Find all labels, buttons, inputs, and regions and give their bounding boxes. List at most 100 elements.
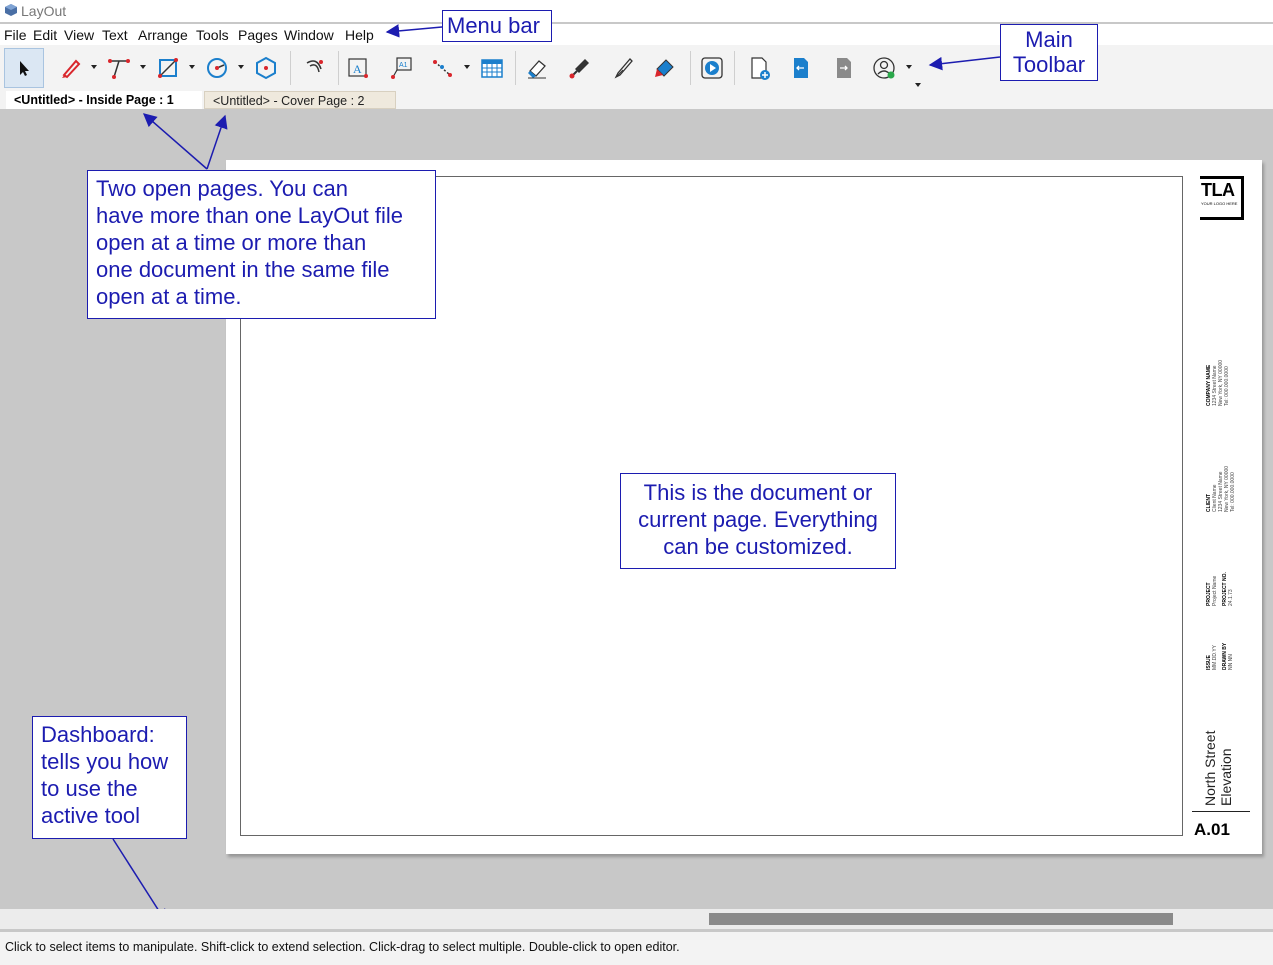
menu-text[interactable]: Text [102,27,128,43]
style-tool-button[interactable] [560,48,600,88]
logo-text: TLA [1201,180,1235,200]
status-text: Click to select items to manipulate. Shi… [5,940,680,954]
project-value: Project Name [1212,575,1218,606]
presentation-button[interactable] [692,48,732,88]
title-block: TLA YOUR LOGO HERE COMPANY NAME 1234 Str… [1192,160,1254,854]
next-page-button[interactable] [824,48,864,88]
eraser-icon [528,60,546,79]
add-page-button[interactable] [739,48,779,88]
line-tool-button[interactable] [51,48,91,88]
tab-inside-page[interactable]: <Untitled> - Inside Page : 1 [6,91,202,109]
client-block: CLIENT Client Name 1234 Street Name New … [1206,466,1236,512]
previous-page-button[interactable] [781,48,821,88]
table-tool-button[interactable] [472,48,512,88]
eraser-tool-button[interactable] [517,48,557,88]
menu-tools[interactable]: Tools [196,27,229,43]
dashboard-callout: Dashboard: tells you how to use the acti… [32,716,187,839]
label-tool-button[interactable]: A1 [381,48,421,88]
callout-text: have more than one LayOut file [96,203,403,228]
svg-text:A1: A1 [399,62,408,69]
callout-text: can be customized. [663,534,853,559]
eyedropper-icon [569,59,589,79]
layout-app-icon [5,4,17,16]
project-no-block: PROJECT NO. 24.1.73 [1222,572,1234,606]
menu-file[interactable]: File [4,27,27,43]
dimension-tool-button[interactable] [423,48,463,88]
callout-text: Toolbar [1012,52,1086,77]
add-page-icon [751,57,770,80]
polygon-tool-button[interactable] [246,48,286,88]
menu-help[interactable]: Help [345,27,374,43]
arc-tool-button[interactable] [99,48,139,88]
line-tool-dropdown[interactable] [91,65,97,69]
page-next-icon [837,58,851,78]
bezier-icon [108,59,130,79]
document-callout: This is the document or current page. Ev… [620,473,896,569]
scrollbar-thumb[interactable] [709,913,1173,925]
document-tabs: <Untitled> - Inside Page : 1 <Untitled> … [0,91,1273,109]
pencil-icon [62,59,81,79]
join-icon [655,59,674,77]
project-no-value: 24.1.73 [1228,589,1234,606]
toolbar-overflow-dropdown[interactable] [915,83,921,87]
callout-text: Main [1025,27,1073,52]
callout-text: current page. Everything [638,507,878,532]
toolbar-separator [690,51,691,85]
rectangle-tool-button[interactable] [148,48,188,88]
callout-text: to use the [41,776,138,801]
tla-logo: TLA YOUR LOGO HERE [1200,176,1244,220]
account-dropdown[interactable] [906,65,912,69]
arc-tool-dropdown[interactable] [140,65,146,69]
account-button[interactable] [864,48,904,88]
callout-text: Two open pages. You can [96,176,348,201]
join-tool-button[interactable] [645,48,685,88]
rectangle-tool-dropdown[interactable] [189,65,195,69]
split-icon [614,58,633,79]
issue-block: ISSUE MM.DD.YY [1206,645,1218,670]
title-bar: LayOut [0,0,1273,22]
project-block: PROJECT Project Name [1206,576,1218,606]
table-icon [481,59,503,78]
drawn-by-block: DRAWN BY NN NN [1222,643,1234,670]
toolbar-separator [734,51,735,85]
callout-text: Dashboard: [41,722,155,747]
menu-pages[interactable]: Pages [238,27,278,43]
menu-bar-callout: Menu bar [442,10,552,42]
toolbar-separator [290,51,291,85]
text-tool-button[interactable]: A [338,48,378,88]
sheet-title-line: Elevation [1218,748,1234,806]
rectangle-icon [158,58,178,78]
pointer-icon [20,61,29,76]
drawn-by-value: NN NN [1228,654,1234,670]
label-icon: A1 [391,57,412,79]
callout-text: open at a time. [96,284,242,309]
issue-value: MM.DD.YY [1212,645,1218,670]
offset-tool-button[interactable] [294,48,334,88]
text-icon: A [348,58,368,78]
offset-icon [306,60,323,73]
account-icon [873,57,895,79]
horizontal-scrollbar[interactable] [0,909,1273,929]
toolbar-separator [515,51,516,85]
circle-tool-button[interactable] [197,48,237,88]
menu-edit[interactable]: Edit [33,27,57,43]
sheet-number: A.01 [1194,820,1230,839]
company-line: Tel: 000.000.0000 [1224,366,1230,406]
menu-window[interactable]: Window [284,27,334,43]
circle-tool-dropdown[interactable] [238,65,244,69]
title-block-divider [1192,811,1250,812]
company-block: COMPANY NAME 1234 Street Name New York, … [1206,360,1230,406]
split-tool-button[interactable] [603,48,643,88]
sheet-title: North Street Elevation [1202,731,1234,806]
logo-subtext: YOUR LOGO HERE [1201,201,1238,206]
tab-cover-page[interactable]: <Untitled> - Cover Page : 2 [204,91,396,109]
select-tool-button[interactable] [4,48,44,88]
client-line: Tel: 000.000.0000 [1230,472,1236,512]
status-bar: Click to select items to manipulate. Shi… [0,932,1273,965]
menu-arrange[interactable]: Arrange [138,27,188,43]
menu-view[interactable]: View [64,27,94,43]
dimension-tool-dropdown[interactable] [464,65,470,69]
callout-text: This is the document or [643,480,873,505]
polygon-icon [256,56,276,80]
sheet-title-line: North Street [1202,730,1218,806]
